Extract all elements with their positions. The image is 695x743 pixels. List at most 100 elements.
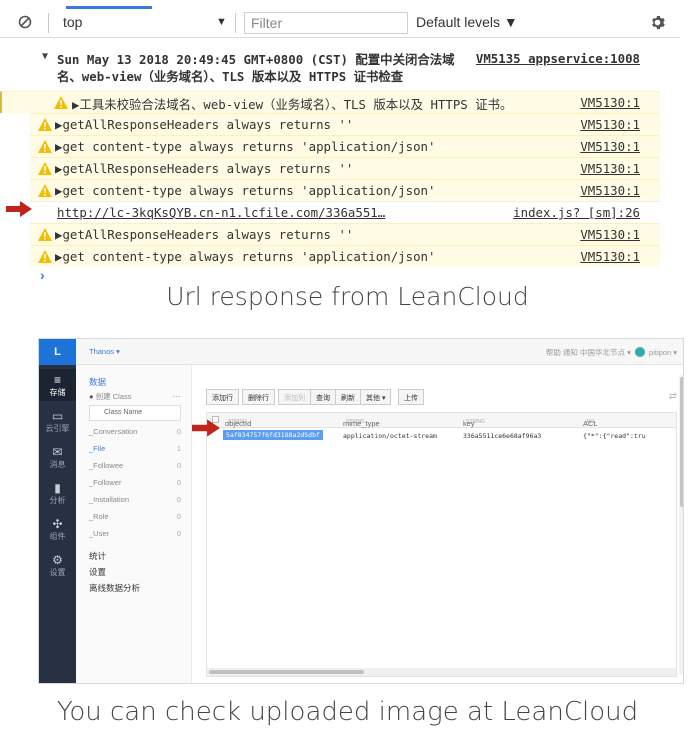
red-arrow-icon xyxy=(6,201,32,217)
context-select[interactable]: top xyxy=(63,14,82,30)
key-cell[interactable]: 336a5511ce6e68af96a3 xyxy=(463,432,541,440)
sidebar-item-components[interactable]: ✣ 组件 xyxy=(39,515,76,545)
scrollbar-thumb[interactable] xyxy=(680,377,683,507)
acl-cell[interactable]: {"*":{"read":tru xyxy=(583,432,646,440)
source-link[interactable]: VM5130:1 xyxy=(580,117,640,132)
warning-icon xyxy=(38,184,52,197)
object-id-cell[interactable]: 5af834757f6fd3188a2d5dbf xyxy=(223,430,323,440)
warning-icon xyxy=(38,118,52,131)
warning-icon xyxy=(38,162,52,175)
leancloud-dashboard: L ≡ 存储 ▭ 云引擎 ✉ 消息 ▮ 分析 ✣ 组件 ⚙ 设置 Thanos … xyxy=(38,338,684,684)
sidebar-label: 设置 xyxy=(49,568,66,577)
more-dropdown-button[interactable]: 其他 ▾ xyxy=(360,389,392,405)
log-row[interactable]: http://lc-3kqKsQYB.cn-n1.lcfile.com/336a… xyxy=(30,201,660,223)
upload-button[interactable]: 上传 xyxy=(398,389,424,405)
sidebar-label: 消息 xyxy=(49,460,66,469)
class-item[interactable]: _Role 0 xyxy=(89,512,185,521)
warning-row[interactable]: ▶getAllResponseHeaders always returns ''… xyxy=(30,223,660,245)
class-item[interactable]: _Followee 0 xyxy=(89,461,185,470)
sidebar-item-settings[interactable]: ⚙ 设置 xyxy=(39,551,76,581)
sidebar-item-messages[interactable]: ✉ 消息 xyxy=(39,443,76,473)
source-link[interactable]: VM5130:1 xyxy=(580,161,640,176)
scrollbar-thumb[interactable] xyxy=(209,670,364,674)
delete-row-button[interactable]: 删除行 xyxy=(242,389,275,405)
class-item-selected[interactable]: _File 1 xyxy=(89,444,185,453)
class-item[interactable]: _Follower 0 xyxy=(89,478,185,487)
warning-row[interactable]: ▶get content-type always returns 'applic… xyxy=(30,245,660,267)
engine-icon: ▭ xyxy=(51,409,64,423)
class-name: _Followee xyxy=(89,461,124,470)
sidebar-item-analytics[interactable]: ▮ 分析 xyxy=(39,479,76,509)
class-count: 0 xyxy=(176,478,181,487)
log-text-line2: 名、web-view（业务域名）、TLS 版本以及 HTTPS 证书检查 xyxy=(57,69,404,84)
source-link[interactable]: VM5130:1 xyxy=(580,139,640,154)
class-item[interactable]: _Installation 0 xyxy=(89,495,185,504)
sidebar-label: 云引擎 xyxy=(45,424,70,433)
settings-gear-icon[interactable] xyxy=(650,15,665,30)
warning-icon xyxy=(38,228,52,241)
leancloud-logo[interactable]: L xyxy=(39,339,76,365)
horizontal-scrollbar[interactable] xyxy=(207,668,676,676)
plus-circle-icon: ● xyxy=(89,392,94,401)
active-tab-indicator xyxy=(66,6,152,9)
log-levels-dropdown[interactable]: Default levels ▼ xyxy=(416,14,518,30)
source-link[interactable]: VM5130:1 xyxy=(580,249,640,264)
column-header[interactable]: ACL ACL xyxy=(583,416,598,428)
log-group-row[interactable]: ▼ Sun May 13 2018 20:49:45 GMT+0800 (CST… xyxy=(0,45,660,87)
table-row[interactable]: 5af834757f6fd3188a2d5dbf application/oct… xyxy=(207,428,676,443)
toolbar-divider xyxy=(235,13,236,33)
class-name: _Follower xyxy=(89,478,122,487)
expand-triangle-icon[interactable]: ▼ xyxy=(42,51,48,62)
log-text: ▶getAllResponseHeaders always returns '' xyxy=(55,117,354,132)
warning-row[interactable]: ▶get content-type always returns 'applic… xyxy=(30,179,660,201)
add-column-button[interactable]: 添加列 xyxy=(278,389,311,405)
class-name-search-input[interactable]: Class Name xyxy=(89,405,181,421)
more-options-icon[interactable]: ··· xyxy=(172,391,181,401)
storage-icon: ≡ xyxy=(53,373,61,387)
source-link[interactable]: VM5135 appservice:1008 xyxy=(476,51,640,66)
source-link[interactable]: VM5130:1 xyxy=(580,95,640,110)
warning-row[interactable]: ▶get content-type always returns 'applic… xyxy=(30,135,660,157)
log-text: ▶工具未校验合法域名、web-view（业务域名）、TLS 版本以及 HTTPS… xyxy=(72,97,513,112)
leancloud-sidebar: ≡ 存储 ▭ 云引擎 ✉ 消息 ▮ 分析 ✣ 组件 ⚙ 设置 xyxy=(39,365,76,683)
column-header[interactable]: objectId STRING xyxy=(225,416,251,428)
add-row-button[interactable]: 添加行 xyxy=(206,389,239,405)
source-link[interactable]: VM5130:1 xyxy=(580,227,640,242)
create-class-link[interactable]: ● 创建 Class xyxy=(89,391,131,402)
context-dropdown-arrow-icon[interactable]: ▼ xyxy=(216,16,227,28)
source-link[interactable]: VM5130:1 xyxy=(580,183,640,198)
query-button[interactable]: 查询 xyxy=(310,389,336,405)
column-header[interactable]: key STRING xyxy=(463,416,485,428)
file-url-link[interactable]: http://lc-3kqKsQYB.cn-n1.lcfile.com/336a… xyxy=(57,205,385,220)
mime-type-cell[interactable]: application/octet-stream xyxy=(343,432,437,440)
console-prompt[interactable]: › xyxy=(40,267,45,283)
vertical-scrollbar[interactable] xyxy=(679,375,683,675)
nav-link-stats[interactable]: 统计 xyxy=(89,550,106,562)
nav-link-settings[interactable]: 设置 xyxy=(89,566,106,578)
column-settings-icon[interactable]: ⇄ xyxy=(669,391,677,402)
nav-section-data[interactable]: 数据 xyxy=(89,376,106,388)
warning-row[interactable]: ▶getAllResponseHeaders always returns ''… xyxy=(30,113,660,135)
source-link[interactable]: index.js? [sm]:26 xyxy=(513,205,640,220)
warning-row[interactable]: ▶getAllResponseHeaders always returns ''… xyxy=(30,157,660,179)
filter-input[interactable]: Filter xyxy=(244,12,408,34)
class-item[interactable]: _User 0 xyxy=(89,529,185,538)
class-item[interactable]: _Conversation 0 xyxy=(89,427,185,436)
sidebar-item-storage[interactable]: ≡ 存储 xyxy=(39,369,76,401)
sidebar-label: 分析 xyxy=(49,496,66,505)
caption-check-leancloud: You can check uploaded image at LeanClou… xyxy=(56,697,639,727)
topbar-links[interactable]: 帮助 通知 中国华北节点 ▾ xyxy=(546,348,631,357)
data-browser: 添加行 删除行 添加列 查询 刷新 其他 ▾ 上传 ⇄ objectId STRI… xyxy=(192,365,683,683)
refresh-button[interactable]: 刷新 xyxy=(335,389,361,405)
nav-link-offline-analysis[interactable]: 离线数据分析 xyxy=(89,582,140,594)
sidebar-item-engine[interactable]: ▭ 云引擎 xyxy=(39,407,76,437)
app-selector[interactable]: Thanos ▾ xyxy=(89,347,120,356)
data-table: objectId STRING mime_type STRING key STRING… xyxy=(206,412,677,677)
avatar[interactable] xyxy=(634,347,645,357)
column-header[interactable]: mime_type STRING xyxy=(343,416,380,428)
log-text-line1: Sun May 13 2018 20:49:45 GMT+0800 (CST) … xyxy=(57,52,455,67)
clear-console-icon[interactable] xyxy=(18,15,32,29)
warning-icon xyxy=(38,140,52,153)
user-menu[interactable]: pitipon ▾ xyxy=(649,348,677,357)
warning-row[interactable]: ▶工具未校验合法域名、web-view（业务域名）、TLS 版本以及 HTTPS… xyxy=(0,91,660,113)
